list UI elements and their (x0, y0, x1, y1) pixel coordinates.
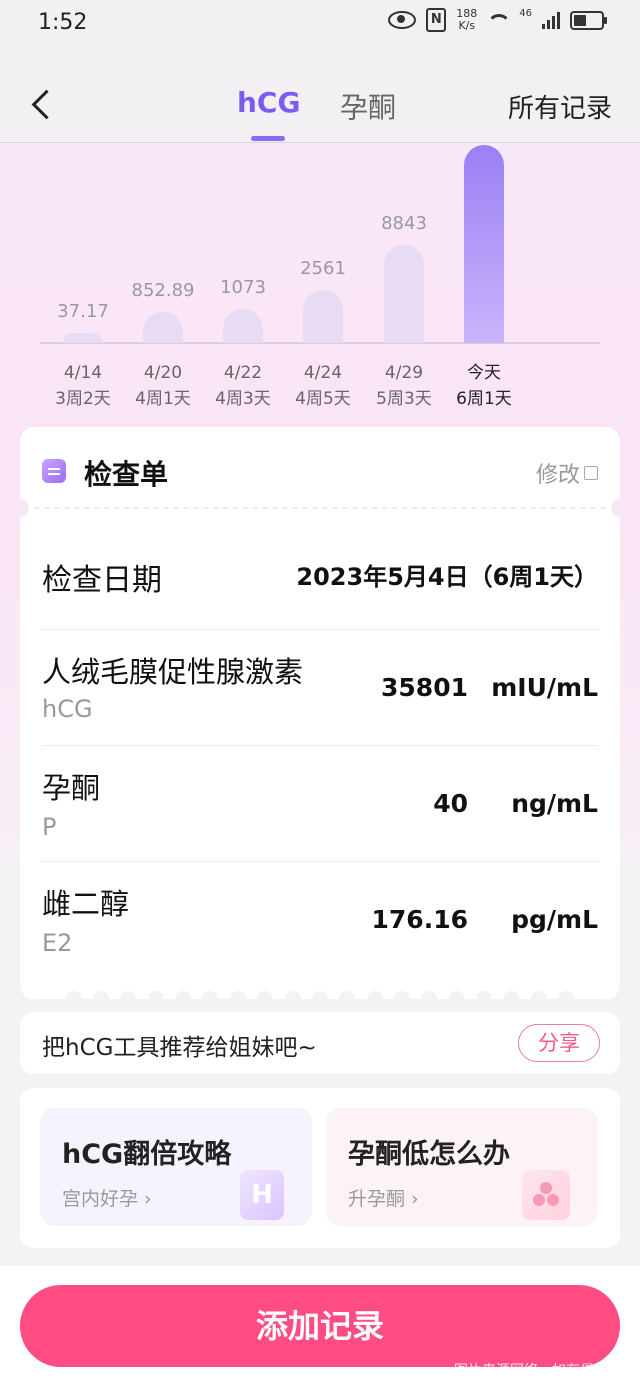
chart-x-label: 4/14 3周2天 (55, 363, 111, 409)
tab-progesterone[interactable]: 孕酮 (340, 86, 396, 126)
item-value-hcg: 35801 (381, 673, 468, 702)
item-value-progesterone: 40 (433, 789, 468, 818)
network-speed-unit: K/s (458, 19, 476, 32)
battery-icon (570, 10, 607, 30)
divider (42, 629, 598, 630)
tab-hcg[interactable]: hCG (237, 86, 300, 141)
item-unit-estradiol: pg/mL (511, 905, 598, 934)
network-speed: 188 K/s (456, 8, 477, 32)
item-unit-hcg: mIU/mL (491, 673, 598, 702)
chart-bar[interactable] (384, 245, 424, 343)
item-name-estradiol: 雌二醇 (42, 887, 130, 921)
network-type: 46 (519, 8, 532, 19)
add-record-button[interactable]: 添加记录 (20, 1285, 620, 1367)
card-notch (611, 499, 629, 517)
card-scallop-edge (20, 991, 620, 1007)
chart-x-label: 4/20 4周1天 (135, 363, 191, 409)
status-icons: N 188 K/s 46 (388, 8, 607, 32)
edit-icon (584, 466, 598, 480)
chart-x-label: 4/22 4周3天 (215, 363, 271, 409)
chart-value-label: 37.17 (57, 301, 109, 322)
watermark-text: 图片来源网络，如有侵权立删 (454, 1363, 636, 1379)
item-name-hcg: 人绒毛膜促性腺激素 (42, 655, 304, 689)
chart-bar[interactable] (143, 312, 183, 343)
guide-title: 孕酮低怎么办 (348, 1139, 510, 1170)
item-sub-progesterone: P (42, 813, 57, 841)
edit-label: 修改 (535, 463, 580, 488)
guide-title: hCG翻倍攻略 (62, 1139, 232, 1170)
date-value: 2023年5月4日（6周1天） (296, 563, 598, 591)
guide-subtitle: 升孕酮 (348, 1184, 419, 1211)
card-notch (11, 499, 29, 517)
nav-bar: hCG 孕酮 所有记录 (0, 70, 640, 143)
item-name-progesterone: 孕酮 (42, 771, 101, 805)
share-text: 把hCG工具推荐给姐妹吧~ (42, 1035, 317, 1061)
nfc-icon: N (426, 8, 447, 32)
eye-icon (388, 11, 417, 29)
report-card: 检查单 修改 检查日期 2023年5月4日（6周1天） 人绒毛膜促性腺激素 hC… (11, 427, 629, 1007)
chart-bar[interactable] (63, 333, 103, 343)
chart-bar[interactable] (223, 309, 263, 343)
date-label: 检查日期 (42, 563, 162, 598)
all-records-link[interactable]: 所有记录 (508, 88, 612, 125)
share-banner: 把hCG工具推荐给姐妹吧~ 分享 (20, 1012, 620, 1074)
guides-section: hCG翻倍攻略 宫内好孕 H 孕酮低怎么办 升孕酮 (20, 1088, 620, 1248)
chart-value-label: 1073 (220, 277, 266, 298)
guide-subtitle: 宫内好孕 (62, 1184, 152, 1211)
chart-x-label: 4/24 4周5天 (295, 363, 351, 409)
guide-card-low-progesterone[interactable]: 孕酮低怎么办 升孕酮 (326, 1108, 598, 1226)
status-bar: 1:52 N 188 K/s 46 (0, 0, 640, 50)
chart-x-label: 今天 6周1天 (456, 363, 512, 409)
chart-bar[interactable] (464, 145, 504, 343)
item-sub-estradiol: E2 (42, 929, 73, 957)
share-button[interactable]: 分享 (518, 1024, 600, 1062)
card-title: 检查单 (84, 458, 169, 491)
chart-value-label: 2561 (300, 258, 346, 279)
wifi-icon (487, 12, 510, 28)
document-icon (42, 459, 66, 483)
molecule-icon (522, 1170, 570, 1220)
chart-value-label: 852.89 (131, 280, 195, 301)
dashed-divider (34, 507, 606, 509)
edit-button[interactable]: 修改 (536, 457, 598, 489)
chart-value-label: 8843 (381, 213, 427, 234)
hcg-chart: 37.17 4/14 3周2天 852.89 4/20 4周1天 1073 4/22 4周3天 2… (0, 143, 640, 423)
item-value-estradiol: 176.16 (371, 905, 468, 934)
item-unit-progesterone: ng/mL (511, 789, 598, 818)
item-sub-hcg: hCG (42, 695, 93, 723)
back-icon[interactable] (26, 88, 56, 124)
divider (42, 745, 598, 746)
chart-x-label: 4/29 5周3天 (376, 363, 432, 409)
hcg-badge-icon: H (240, 1170, 284, 1220)
chart-bar[interactable] (303, 290, 343, 343)
signal-icon (542, 11, 560, 29)
divider (42, 861, 598, 862)
status-time: 1:52 (38, 10, 88, 35)
guide-card-hcg-doubling[interactable]: hCG翻倍攻略 宫内好孕 H (40, 1108, 312, 1226)
